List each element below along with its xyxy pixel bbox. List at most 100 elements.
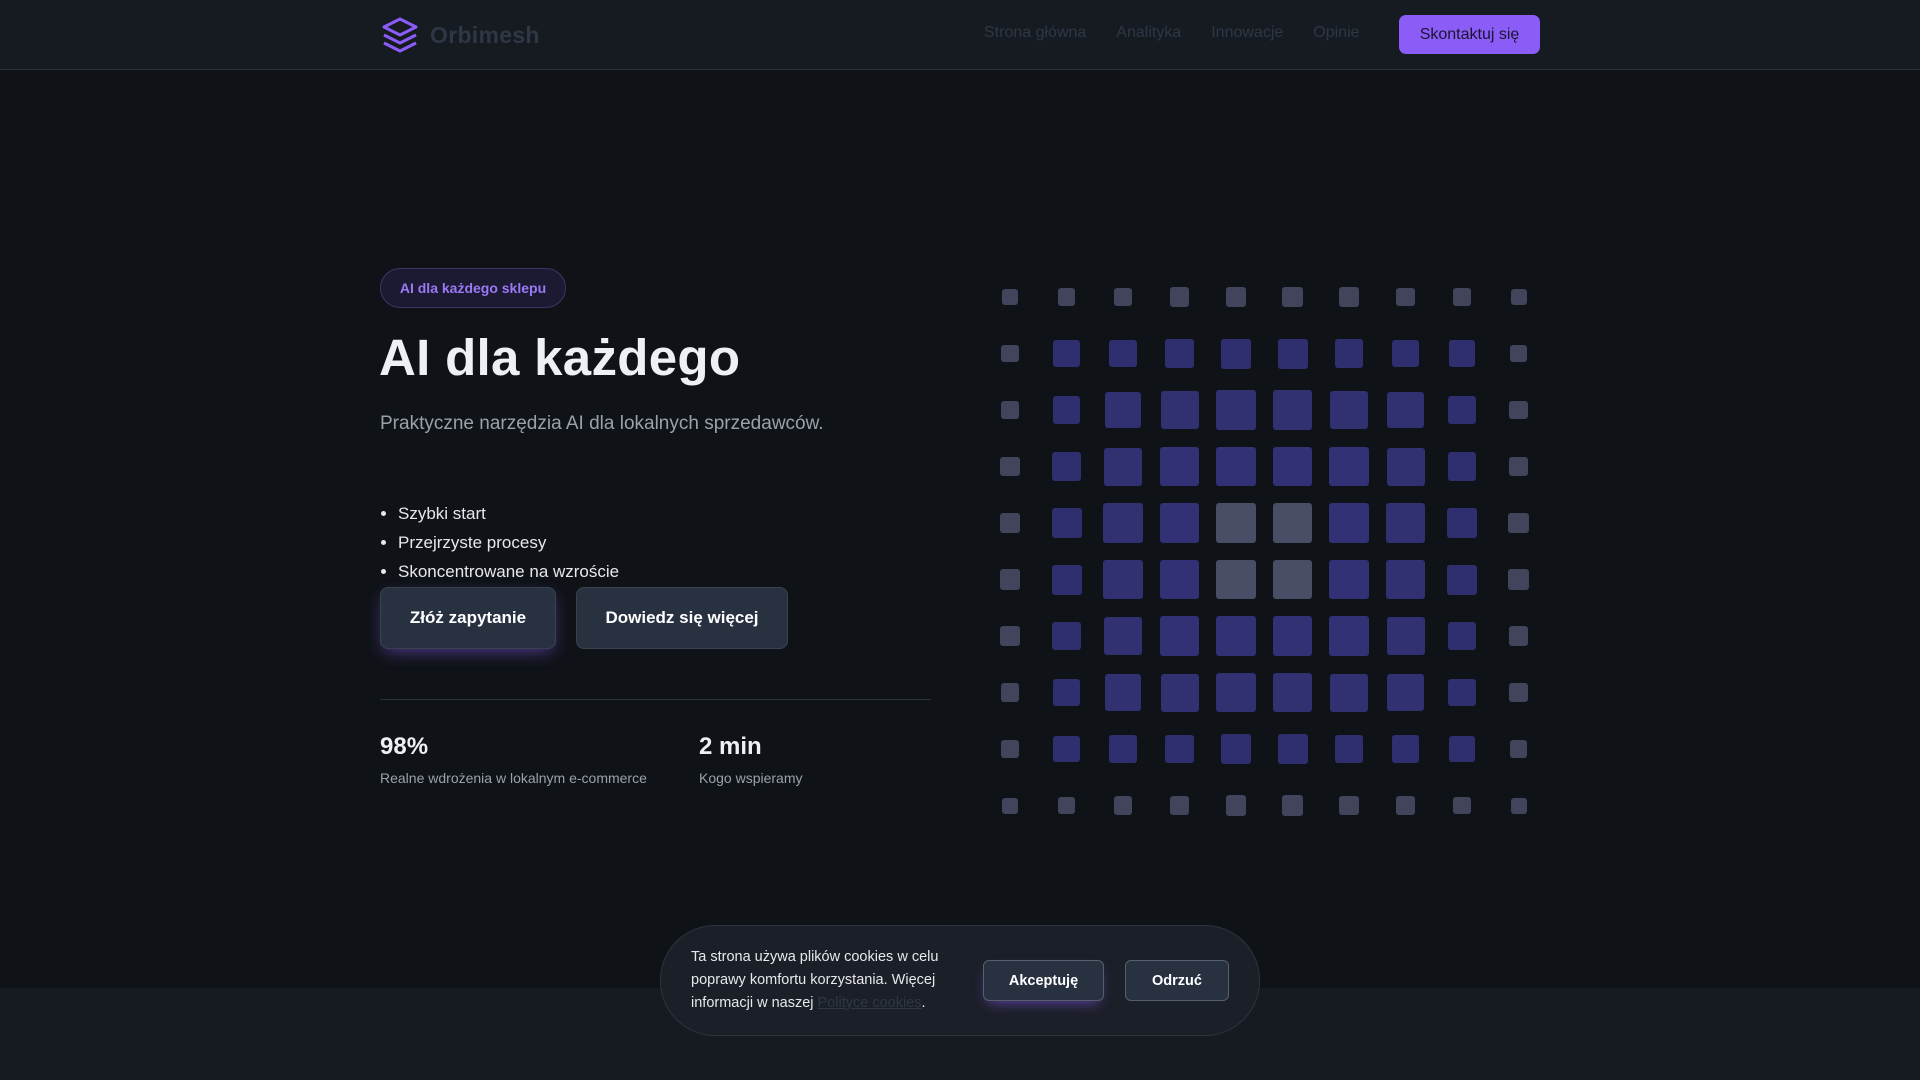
grid-square [1165,734,1194,764]
grid-square [1221,338,1251,369]
grid-square [1282,795,1303,816]
stat-value: 2 min [699,733,762,760]
feature-list: Szybki start Przejrzyste procesy Skoncen… [398,499,619,586]
grid-square [999,512,1021,534]
grid-square [1109,339,1137,368]
grid-square [1510,289,1527,305]
grid-square [1169,795,1190,816]
reject-cookies-button[interactable]: Odrzuć [1125,960,1229,1001]
grid-square [1385,559,1426,600]
nav-link-innovations[interactable]: Innowacje [1211,24,1283,42]
feature-item: Przejrzyste procesy [398,528,619,557]
grid-square [1225,286,1247,308]
grid-square [1447,508,1477,538]
grid-square [1053,340,1080,367]
grid-square [1272,559,1313,600]
grid-square [1448,678,1476,707]
site-header: Orbimesh Strona główna Analityka Innowac… [0,0,1920,70]
grid-square [1159,559,1200,600]
hero-badge: AI dla każdego sklepu [380,268,566,308]
grid-square [1329,559,1369,600]
grid-square [1000,456,1020,477]
contact-button[interactable]: Skontaktuj się [1399,15,1540,54]
grid-square [1508,456,1529,477]
grid-square [1448,396,1476,424]
stat-label: Kogo wspieramy [699,770,803,786]
grid-square [1002,289,1018,305]
grid-square [1052,396,1081,424]
cookie-banner: Ta strona używa plików cookies w celu po… [660,925,1260,1036]
grid-square [1391,735,1420,763]
submit-inquiry-button[interactable]: Złóż zapytanie [380,587,556,649]
grid-square [1447,621,1477,651]
grid-square [1272,390,1313,430]
stat-value: 98% [380,733,429,760]
nav-link-home[interactable]: Strona główna [984,24,1086,42]
grid-square [1282,286,1303,308]
grid-square [1104,674,1142,711]
decorative-square-grid [983,277,1543,816]
grid-square [1159,616,1200,656]
brand-name: Orbimesh [430,21,540,48]
grid-square [1339,795,1359,816]
grid-square [1386,447,1425,486]
grid-square [1216,616,1256,656]
cookie-text-end: . [921,995,926,1011]
grid-square [1052,452,1081,481]
grid-square [1113,287,1133,307]
grid-square [1221,734,1251,764]
hero-title: AI dla każdego [379,329,741,386]
grid-square [1109,735,1137,763]
grid-square [1104,617,1142,655]
grid-square [1386,617,1425,655]
grid-square [1159,446,1200,487]
grid-square [999,569,1021,590]
cookie-message: Ta strona używa plików cookies w celu po… [691,946,971,1015]
grid-square [1104,447,1142,486]
grid-square [1000,683,1020,702]
main-nav: Strona główna Analityka Innowacje Opinie [984,24,1360,42]
grid-square [1001,740,1019,758]
grid-square [1329,446,1369,487]
grid-square [1216,503,1256,543]
grid-square [1329,616,1369,656]
grid-square [1334,734,1364,764]
learn-more-button[interactable]: Dowiedz się więcej [576,587,788,649]
cookie-policy-link[interactable]: Polityce cookies [818,995,922,1011]
grid-square [1330,391,1368,429]
grid-square [1277,734,1308,764]
stat-label: Realne wdrożenia w lokalnym e-commerce [380,770,647,786]
grid-square [1000,400,1020,420]
hero-subtitle: Praktyczne narzędzia AI dla lokalnych sp… [380,413,824,434]
grid-square [1385,503,1426,543]
grid-square [1216,672,1256,713]
grid-square [1104,391,1142,429]
grid-square [1448,735,1476,763]
grid-square [1396,287,1415,307]
grid-square [1051,508,1082,538]
grid-square [1339,287,1359,307]
feature-item: Szybki start [398,499,619,528]
grid-square [1510,797,1527,814]
stats-divider [380,699,931,700]
nav-link-analytics[interactable]: Analityka [1116,24,1181,42]
grid-square [1396,796,1415,815]
grid-square [1334,339,1364,368]
grid-square [1509,400,1528,420]
grid-square [1103,559,1143,600]
grid-square [1057,288,1076,306]
grid-square [1216,559,1256,600]
grid-square [1453,288,1471,306]
grid-square [1387,674,1424,711]
grid-square [1272,503,1313,543]
grid-square [1391,339,1420,368]
grid-square [1508,512,1529,534]
nav-link-reviews[interactable]: Opinie [1313,24,1359,42]
grid-square [1052,621,1081,651]
accept-cookies-button[interactable]: Akceptuję [983,960,1104,1001]
brand-logo[interactable]: Orbimesh [380,15,540,55]
grid-square [1509,740,1528,758]
grid-square [1447,452,1477,481]
grid-square [1160,391,1199,429]
layers-icon [382,17,418,53]
